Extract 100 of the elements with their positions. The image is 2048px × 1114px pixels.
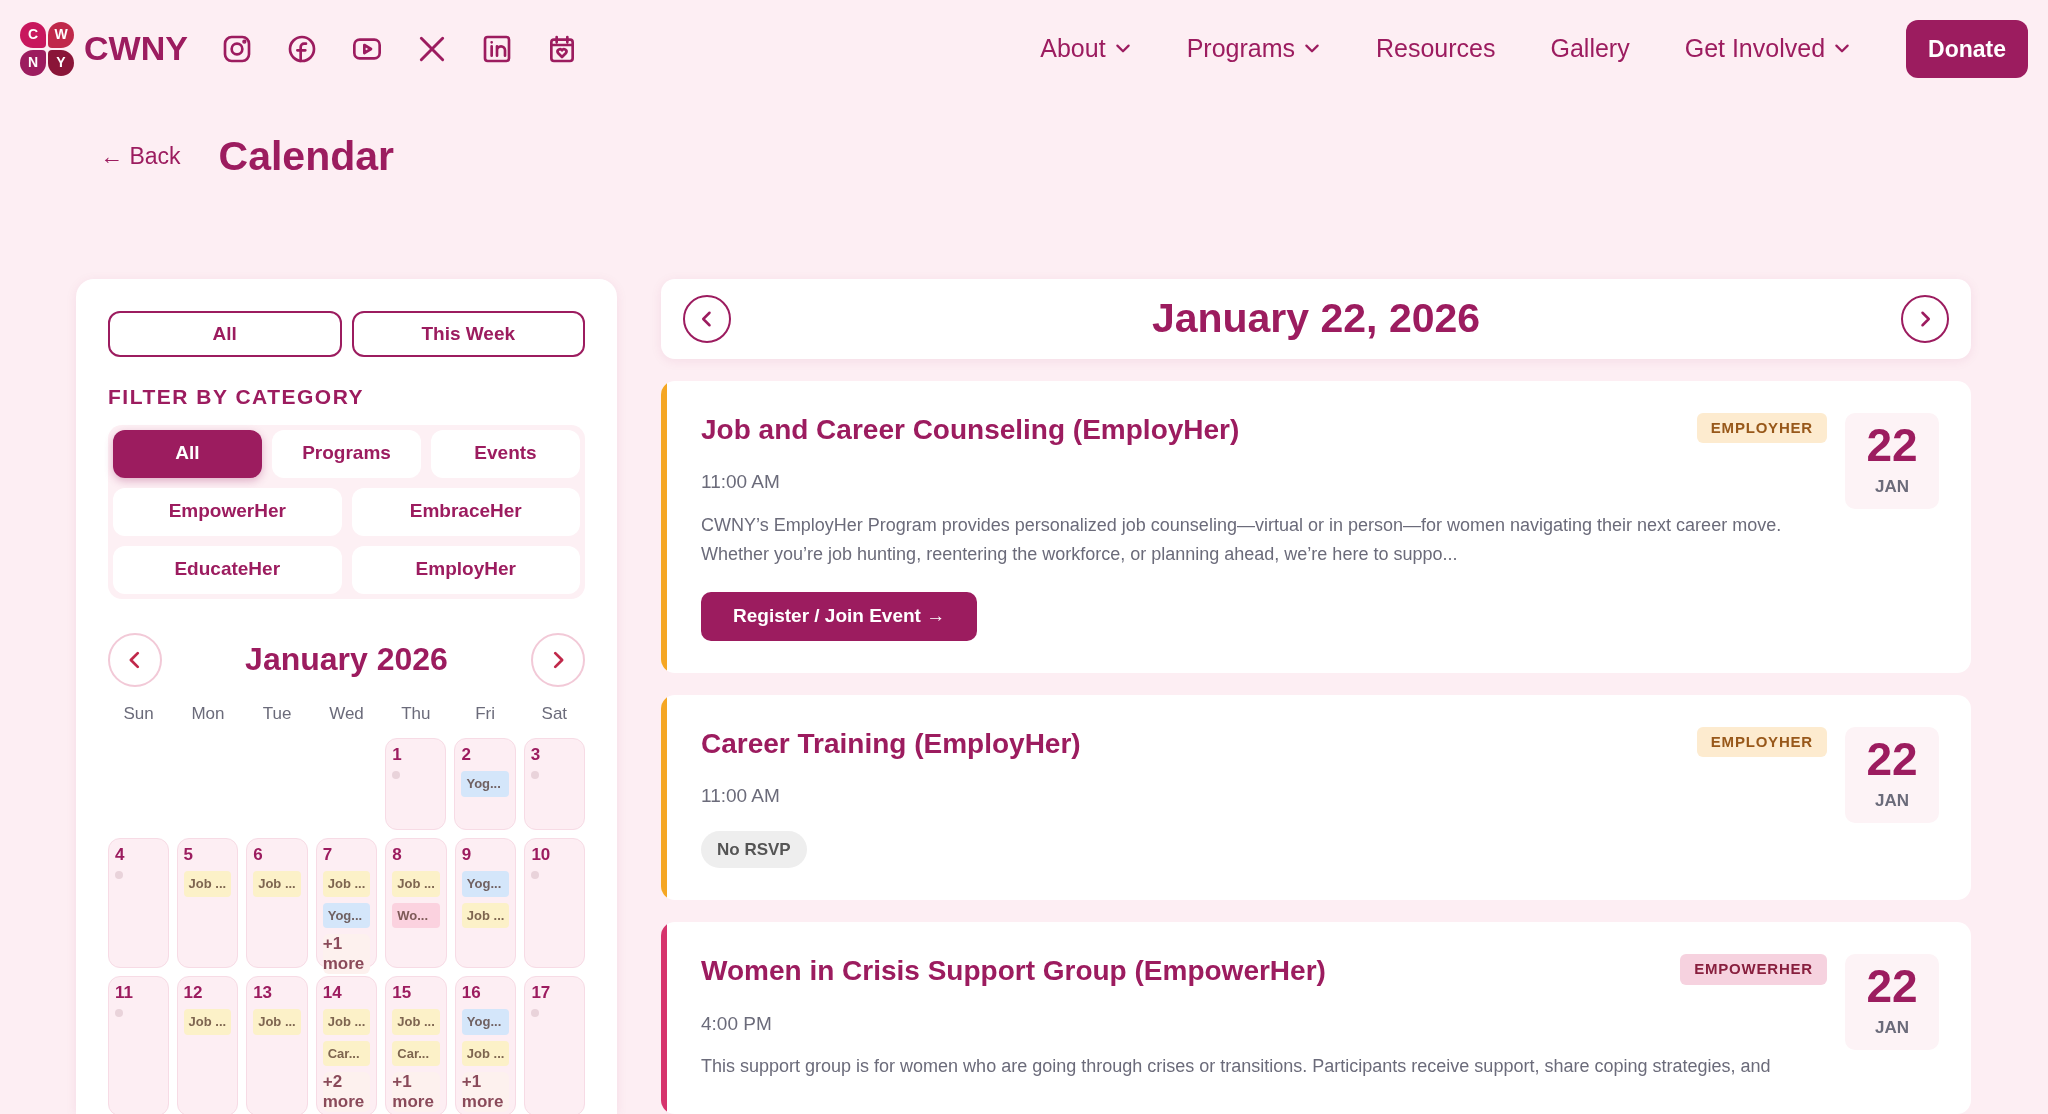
day-number: 14 xyxy=(322,983,343,1004)
logo-tile: W xyxy=(48,21,74,48)
register-button[interactable]: Register / Join Event → xyxy=(701,592,978,641)
day-number: 9 xyxy=(461,845,473,866)
empty-day-dot xyxy=(531,871,540,880)
event-chip[interactable]: Job ... xyxy=(461,902,510,929)
event-chip[interactable]: Yog... xyxy=(461,871,510,897)
day-cell[interactable]: 15 Job ... Car... +1 more xyxy=(385,976,447,1114)
category-filter[interactable]: EmployHer xyxy=(351,545,580,594)
category-filter[interactable]: EducateHer xyxy=(113,545,342,594)
event-chip[interactable]: Job ... xyxy=(322,871,371,897)
category-filter[interactable]: EmpowerHer xyxy=(113,487,342,536)
day-cell[interactable]: 16 Yog... Job ... +1 more xyxy=(454,976,517,1114)
event-chip[interactable]: Job ... xyxy=(183,871,232,897)
brand-name[interactable]: CWNY xyxy=(84,23,188,75)
event-title[interactable]: Job and Career Counseling (EmployHer) xyxy=(701,412,1240,447)
day-number: 7 xyxy=(322,845,334,866)
event-chip[interactable]: Job ... xyxy=(461,1040,510,1067)
day-cell[interactable]: 11 xyxy=(108,976,169,1114)
previous-day-button[interactable] xyxy=(683,294,731,343)
day-cell[interactable]: 8 Job ... Wo... xyxy=(385,838,447,969)
day-number: 3 xyxy=(530,745,542,766)
rsvp-status: No RSVP xyxy=(701,830,807,869)
event-chip[interactable]: Yog... xyxy=(461,1009,510,1035)
page-title: Calendar xyxy=(218,131,394,181)
donate-button[interactable]: Donate xyxy=(1906,19,2028,79)
weekday-label: Thu xyxy=(400,702,432,725)
category-filter[interactable]: Events xyxy=(431,429,580,478)
day-cell[interactable]: 12 Job ... xyxy=(176,976,239,1114)
day-number: 10 xyxy=(531,845,552,866)
nav-link[interactable]: Get Involved xyxy=(1684,30,1852,68)
day-number: 16 xyxy=(461,983,482,1004)
date-month: JAN xyxy=(1875,789,1909,812)
more-events-link[interactable]: +2 more xyxy=(322,1072,371,1112)
day-number: 4 xyxy=(115,845,126,866)
event-chip[interactable]: Car... xyxy=(392,1040,440,1067)
logo-tile: N xyxy=(20,49,46,76)
more-events-link[interactable]: +1 more xyxy=(322,934,371,974)
day-number: 2 xyxy=(461,745,472,766)
event-chip[interactable]: Job ... xyxy=(183,1009,232,1035)
range-tab[interactable]: All xyxy=(108,311,342,358)
nav-link[interactable]: Resources xyxy=(1376,30,1496,68)
event-chip[interactable]: Job ... xyxy=(253,871,301,897)
empty-day-dot xyxy=(115,871,123,880)
day-cell[interactable]: 9 Yog... Job ... xyxy=(454,838,517,969)
selected-date: January 22, 2026 xyxy=(1151,294,1481,344)
empty-day-dot xyxy=(530,771,539,780)
more-events-link[interactable]: +1 more xyxy=(392,1072,440,1112)
event-time: 11:00 AM xyxy=(701,470,781,495)
day-cell[interactable]: 2 Yog... xyxy=(454,738,516,831)
date-day: 22 xyxy=(1866,421,1918,468)
weekday-label: Wed xyxy=(328,702,365,725)
day-cell[interactable]: 4 xyxy=(108,838,169,969)
nav-link[interactable]: Programs xyxy=(1186,30,1321,68)
weekday-label: Tue xyxy=(261,702,293,725)
day-cell[interactable]: 14 Job ... Car... +2 more xyxy=(315,976,378,1114)
empty-day-dot xyxy=(531,1009,540,1018)
day-cell[interactable]: 5 Job ... xyxy=(176,838,239,969)
next-day-button[interactable] xyxy=(1901,294,1949,343)
day-number: 5 xyxy=(183,845,195,866)
back-link[interactable]: ← Back xyxy=(100,139,181,174)
day-cell[interactable]: 3 xyxy=(523,738,585,831)
event-chip[interactable]: Car... xyxy=(322,1040,371,1067)
empty-day-dot xyxy=(392,771,401,780)
weekday-label: Sat xyxy=(540,702,569,725)
day-cell[interactable]: 13 Job ... xyxy=(246,976,308,1114)
category-badge: EMPLOYHER xyxy=(1696,412,1827,444)
event-chip[interactable]: Job ... xyxy=(392,871,440,897)
event-title[interactable]: Women in Crisis Support Group (EmpowerHer) xyxy=(701,954,1326,988)
event-chip[interactable]: Job ... xyxy=(322,1009,371,1035)
section-heading: FILTER BY CATEGORY xyxy=(108,384,366,411)
day-cell[interactable]: 10 xyxy=(524,838,585,969)
date-day: 22 xyxy=(1866,735,1918,782)
day-number: 8 xyxy=(392,845,403,866)
more-events-link[interactable]: +1 more xyxy=(461,1072,510,1112)
event-description: This support group is for women who are going through crises or transitions. Participants receive support, share coping strategies, and xyxy=(701,1055,1772,1079)
day-cell[interactable]: 17 xyxy=(524,976,585,1114)
event-description: CWNY’s EmployHer Program provides personalized job counseling—virtual or in person—for women navigating their next career move. Whether you’re job hunting, reentering the workforce, or planning ahead, we’re here to suppo... xyxy=(701,513,1783,567)
month-title: January 2026 xyxy=(245,640,448,679)
weekday-label: Sun xyxy=(122,702,155,725)
event-chip[interactable]: Yog... xyxy=(461,771,509,797)
day-number: 6 xyxy=(253,845,264,866)
category-badge: EMPOWERHER xyxy=(1680,954,1827,985)
category-filter[interactable]: All xyxy=(113,429,262,478)
range-tab[interactable]: This Week xyxy=(351,311,585,358)
event-title[interactable]: Career Training (EmployHer) xyxy=(701,726,1081,761)
nav-link[interactable]: About xyxy=(1040,30,1132,68)
event-chip[interactable]: Wo... xyxy=(392,902,440,929)
category-filter[interactable]: EmbraceHer xyxy=(351,487,580,536)
day-cell[interactable]: 6 Job ... xyxy=(246,838,308,969)
event-time: 11:00 AM xyxy=(701,784,781,809)
nav-link[interactable]: Gallery xyxy=(1550,30,1630,68)
day-cell[interactable]: 1 xyxy=(385,738,447,831)
event-chip[interactable]: Yog... xyxy=(322,902,371,929)
event-time: 4:00 PM xyxy=(701,1011,773,1036)
weekday-label: Mon xyxy=(190,702,226,725)
event-chip[interactable]: Job ... xyxy=(392,1009,440,1035)
day-number: 12 xyxy=(183,983,204,1004)
category-filter[interactable]: Programs xyxy=(272,429,421,478)
event-chip[interactable]: Job ... xyxy=(253,1009,301,1035)
